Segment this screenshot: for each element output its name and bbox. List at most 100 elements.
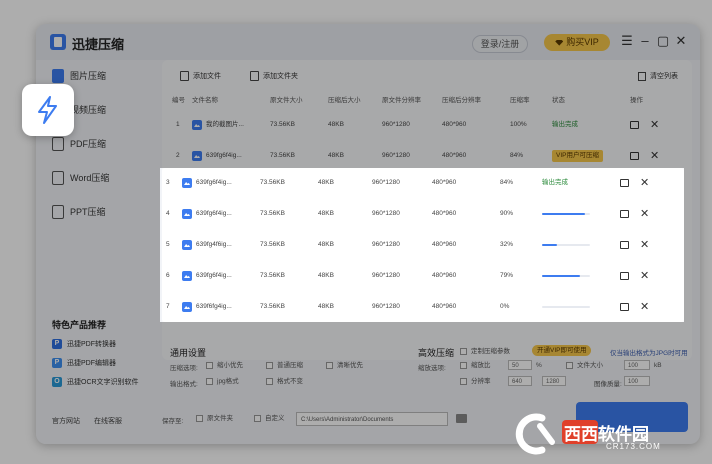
compression-rate: 84%: [500, 179, 514, 186]
compression-rate: 32%: [500, 241, 514, 248]
option-small-first[interactable]: 缩小优先: [206, 361, 243, 370]
quality-input[interactable]: 100: [624, 376, 650, 386]
checkbox-icon: [266, 377, 273, 385]
browse-folder-icon[interactable]: [456, 414, 467, 423]
scale-ratio-input[interactable]: 50: [508, 360, 532, 370]
checkbox-icon: [460, 347, 467, 355]
file-size-input[interactable]: 100: [624, 360, 650, 370]
sidebar-item-pdf[interactable]: PDF压缩: [52, 134, 152, 154]
sidebar-item-label: PDF压缩: [70, 139, 107, 149]
promo-item-pdf-converter[interactable]: P 迅捷PDF转换器: [52, 339, 116, 351]
close-icon[interactable]: ✕: [674, 33, 688, 49]
compressed-size: 48KB: [318, 210, 334, 217]
custom-label: 自定义: [265, 415, 285, 422]
compress-option-label: 压缩选项:: [170, 365, 198, 372]
remove-row-icon[interactable]: ✕: [640, 230, 649, 260]
row-number: 2: [176, 152, 180, 159]
resolution-height-input[interactable]: 1280: [542, 376, 566, 386]
resolution-label: 分辨率: [471, 378, 491, 385]
maximize-icon[interactable]: ▢: [656, 33, 670, 49]
feature-tip-bubble: [22, 84, 74, 136]
vip-note: 仅当输出格式为JPG时可用: [610, 350, 688, 357]
pdf-compress-icon: [52, 137, 64, 151]
lightning-icon: [38, 96, 57, 124]
image-file-icon: [182, 240, 192, 250]
table-row[interactable]: 7 639f6fg4ig... 73.56KB 48KB 960*1280 480*960…: [152, 292, 682, 322]
open-folder-icon[interactable]: [620, 272, 629, 280]
sidebar-item-word[interactable]: Word压缩: [52, 168, 152, 188]
add-file-button[interactable]: 添加文件: [180, 70, 221, 84]
remove-row-icon[interactable]: ✕: [640, 168, 649, 198]
compressed-resolution: 480*960: [432, 241, 457, 248]
table-row[interactable]: 4 639fg6f4ig... 73.56KB 48KB 960*1280 480*960…: [152, 199, 682, 229]
row-number: 3: [166, 179, 170, 186]
sidebar-item-image[interactable]: 图片压缩: [52, 66, 152, 86]
progress-bar: [542, 244, 590, 246]
menu-icon[interactable]: ☰: [620, 33, 634, 49]
compressed-size: 48KB: [328, 121, 344, 128]
online-support-link[interactable]: 在线客服: [94, 418, 122, 425]
sidebar-item-ppt[interactable]: PPT压缩: [52, 202, 152, 222]
minimize-icon[interactable]: –: [638, 33, 652, 48]
custom-compress-label: 定制压缩参数: [471, 348, 510, 355]
add-folder-button[interactable]: 添加文件夹: [250, 70, 298, 84]
buy-vip-button[interactable]: 购买VIP: [544, 34, 610, 51]
compression-rate: 79%: [500, 272, 514, 279]
custom-compress-toggle[interactable]: 定制压缩参数: [460, 347, 510, 356]
open-vip-button[interactable]: 开通VIP即可使用: [532, 345, 592, 356]
login-button[interactable]: 登录/注册: [472, 35, 528, 53]
compression-rate: 90%: [500, 210, 514, 217]
open-folder-icon[interactable]: [620, 179, 629, 187]
format-jpg[interactable]: jpg格式: [206, 377, 239, 386]
col-header-new-size: 压缩后大小: [328, 97, 361, 104]
file-size-option[interactable]: 文件大小: [566, 361, 603, 370]
vip-status-badge[interactable]: VIP用户可压缩: [552, 150, 603, 162]
table-row[interactable]: 6 639fg6f4ig... 73.56KB 48KB 960*1280 480*960…: [152, 261, 682, 291]
remove-row-icon[interactable]: ✕: [650, 141, 659, 171]
promo-item-ocr[interactable]: O 迅捷OCR文字识别软件: [52, 377, 139, 389]
original-size: 73.56KB: [260, 179, 285, 186]
scale-ratio-option[interactable]: 缩放比: [460, 361, 491, 370]
file-name: 639fg6f4ig...: [196, 210, 232, 217]
watermark: 西西软件园 CR173.COM: [512, 412, 692, 456]
format-label: jpg格式: [217, 378, 239, 385]
table-row[interactable]: 1 我的截图片... 73.56KB 48KB 960*1280 480*960 100% 输…: [162, 110, 692, 140]
save-path-input[interactable]: C:\Users\Administrator\Documents: [296, 412, 448, 426]
option-normal[interactable]: 普通压缩: [266, 361, 303, 370]
open-folder-icon[interactable]: [620, 210, 629, 218]
save-custom-option[interactable]: 自定义: [254, 414, 285, 423]
official-site-link[interactable]: 官方网站: [52, 418, 80, 425]
remove-row-icon[interactable]: ✕: [640, 199, 649, 229]
clear-list-label: 清空列表: [650, 73, 678, 80]
resolution-width-input[interactable]: 640: [508, 376, 532, 386]
open-folder-icon[interactable]: [620, 241, 629, 249]
format-unchanged[interactable]: 格式不变: [266, 377, 303, 386]
promo-item-pdf-editor[interactable]: P 迅捷PDF编辑器: [52, 358, 116, 370]
resolution-option[interactable]: 分辨率: [460, 377, 491, 386]
word-compress-icon: [52, 171, 64, 185]
original-resolution: 960*1280: [382, 152, 410, 159]
open-folder-icon[interactable]: [620, 303, 629, 311]
row-number: 7: [166, 303, 170, 310]
status-text: 输出完成: [552, 121, 578, 128]
save-orig-folder-option[interactable]: 原文件夹: [196, 414, 233, 423]
compressed-resolution: 480*960: [432, 272, 457, 279]
option-clarity-first[interactable]: 清晰优先: [326, 361, 363, 370]
original-size: 73.56KB: [260, 210, 285, 217]
clear-list-button[interactable]: 清空列表: [638, 70, 678, 84]
original-resolution: 960*1280: [372, 210, 400, 217]
checkbox-icon: [460, 361, 467, 369]
table-row[interactable]: 2 639fg6f4ig... 73.56KB 48KB 960*1280 480*960…: [162, 141, 692, 171]
col-header-rate: 压缩率: [510, 97, 530, 104]
remove-row-icon[interactable]: ✕: [640, 261, 649, 291]
file-name: 639f6fg4ig...: [196, 303, 232, 310]
title-bar: 迅捷压缩 登录/注册 购买VIP ☰ – ▢ ✕: [36, 24, 700, 60]
open-folder-icon[interactable]: [630, 152, 639, 160]
remove-row-icon[interactable]: ✕: [650, 110, 659, 140]
table-row[interactable]: 3 639fg6f4ig... 73.56KB 48KB 960*1280 480*960…: [152, 168, 682, 198]
open-folder-icon[interactable]: [630, 121, 639, 129]
remove-row-icon[interactable]: ✕: [640, 292, 649, 322]
progress-bar: [542, 213, 590, 215]
table-row[interactable]: 5 639fg4f6ig... 73.56KB 48KB 960*1280 480*960…: [152, 230, 682, 260]
save-to-label: 保存至:: [162, 418, 184, 425]
